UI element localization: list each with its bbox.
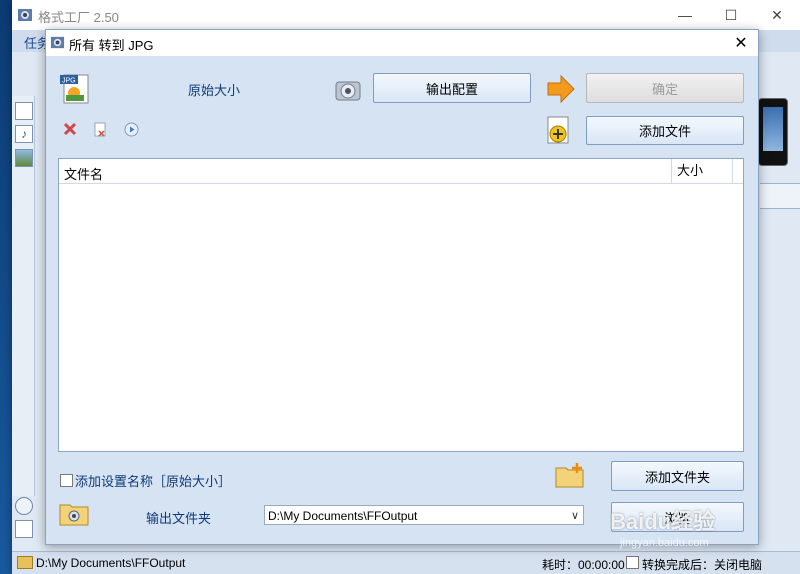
- audio-category-icon[interactable]: ♪: [15, 125, 33, 143]
- column-size[interactable]: 大小: [671, 159, 737, 183]
- chevron-down-icon[interactable]: ∨: [571, 506, 579, 526]
- column-filename[interactable]: 文件名: [64, 164, 103, 183]
- left-category-strip: ♪: [12, 96, 35, 538]
- shutdown-after-checkbox[interactable]: [626, 556, 639, 569]
- dialog-title: 所有 转到 JPG: [69, 38, 154, 53]
- add-setting-name-checkbox[interactable]: [60, 474, 73, 487]
- play-icon[interactable]: [124, 122, 139, 137]
- output-folder-icon: [59, 504, 89, 526]
- dialog-close-button[interactable]: ✕: [724, 30, 758, 56]
- add-file-icon: [547, 116, 569, 144]
- main-window-title: 格式工厂 2.50: [38, 10, 119, 25]
- dialog-titlebar: 所有 转到 JPG ✕: [46, 30, 758, 56]
- convert-to-jpg-dialog: 所有 转到 JPG ✕ JPG 原始大小 输出配置 确定 添加文件 文件名 大小…: [45, 29, 759, 545]
- minimize-button[interactable]: —: [662, 0, 708, 30]
- add-file-button[interactable]: 添加文件: [586, 116, 744, 145]
- watermark-url: jingyan.baidu.com: [620, 537, 709, 549]
- tools-category-icon[interactable]: [15, 520, 33, 538]
- ok-button[interactable]: 确定: [586, 73, 744, 103]
- format-factory-icon: [18, 9, 32, 21]
- svg-text:JPG: JPG: [62, 78, 76, 85]
- add-setting-name-option[interactable]: 添加设置名称［原始大小］: [60, 471, 231, 490]
- delete-icon[interactable]: [63, 122, 77, 136]
- settings-gear-icon: [335, 81, 361, 101]
- file-list-header: 文件名 大小: [59, 159, 743, 184]
- file-list[interactable]: 文件名 大小: [58, 158, 744, 452]
- add-folder-button[interactable]: 添加文件夹: [611, 461, 744, 491]
- task-list-header: [760, 183, 800, 209]
- statusbar: D:\My Documents\FFOutput 耗时：00:00:00 转换完…: [12, 551, 800, 574]
- format-factory-icon: [50, 36, 65, 49]
- output-settings-button[interactable]: 输出配置: [373, 73, 531, 103]
- maximize-button[interactable]: ☐: [708, 0, 754, 30]
- remove-file-icon[interactable]: [93, 122, 107, 137]
- original-size-label: 原始大小: [188, 83, 241, 98]
- image-category-icon[interactable]: [15, 149, 33, 167]
- dvd-category-icon[interactable]: [15, 497, 33, 515]
- arrow-right-icon: [547, 74, 575, 104]
- status-elapsed: 耗时：00:00:00: [542, 558, 625, 572]
- main-close-button[interactable]: ✕: [754, 0, 800, 30]
- video-category-icon[interactable]: [15, 102, 33, 120]
- main-titlebar: 格式工厂 2.50 — ☐ ✕: [12, 0, 800, 30]
- column-filler: [732, 159, 743, 183]
- baidu-watermark: Baidu经验: [610, 509, 716, 534]
- output-path-value: D:\My Documents\FFOutput: [268, 509, 418, 523]
- output-folder-label: 输出文件夹: [146, 511, 212, 526]
- status-after-done: 转换完成后：关闭电脑: [642, 558, 763, 572]
- add-folder-icon: [555, 463, 584, 488]
- phone-device-icon: [758, 98, 788, 166]
- add-setting-name-label: 添加设置名称［原始大小］: [75, 474, 232, 489]
- status-output-path: D:\My Documents\FFOutput: [36, 556, 186, 570]
- output-path-select[interactable]: D:\My Documents\FFOutput ∨: [264, 505, 584, 525]
- folder-icon[interactable]: [17, 556, 33, 569]
- jpg-format-icon: JPG: [60, 74, 89, 104]
